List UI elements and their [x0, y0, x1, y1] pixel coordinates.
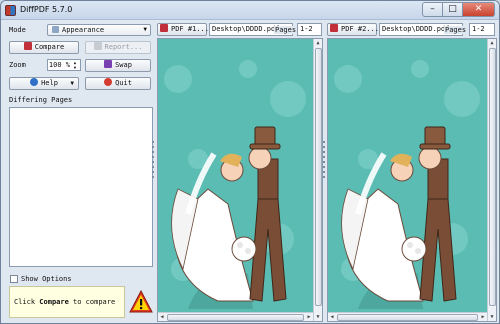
minimize-button[interactable]: – — [422, 2, 443, 17]
appearance-icon — [52, 26, 59, 33]
pdf-file-icon — [160, 24, 168, 32]
mode-label: Mode — [9, 26, 26, 34]
window-title: DiffPDF 5.7.0 — [20, 5, 73, 14]
status-bold: Compare — [39, 298, 69, 306]
scroll-right-icon[interactable]: ▶ — [305, 313, 313, 321]
status-prefix: Click — [14, 298, 40, 306]
differing-pages-list[interactable] — [9, 107, 153, 267]
zoom-label: Zoom — [9, 61, 26, 69]
spin-down-icon[interactable]: ▼ — [71, 65, 79, 70]
differing-pages-label: Differing Pages — [9, 96, 73, 104]
pdf2-pages-field[interactable]: 1-2 — [469, 23, 495, 36]
scroll-down-icon[interactable]: ▼ — [488, 313, 496, 321]
window-controls: – □ ✕ — [422, 2, 495, 17]
pdf2-page-image — [328, 39, 487, 313]
report-button[interactable]: Report... — [85, 41, 151, 54]
pdf-panel-2: PDF #2... Desktop\DDDD.pdf Pages 1-2 ▲ ▼… — [327, 22, 497, 322]
app-window: DiffPDF 5.7.0 – □ ✕ Mode Appearance ▼ Co… — [0, 0, 500, 324]
pdf2-header: PDF #2... Desktop\DDDD.pdf Pages 1-2 — [327, 22, 497, 37]
show-options-checkbox[interactable] — [10, 275, 18, 283]
pdf1-header: PDF #1... Desktop\DDDD.pdf Pages 1-2 — [157, 22, 323, 37]
zoom-value: 100 % — [48, 61, 70, 69]
pdf2-hscroll-thumb[interactable] — [337, 314, 478, 321]
title-bar: DiffPDF 5.7.0 – □ ✕ — [1, 1, 499, 20]
chevron-down-icon: ▼ — [143, 26, 147, 33]
compare-button[interactable]: Compare — [9, 41, 79, 54]
compare-icon — [23, 42, 32, 50]
pdf1-page-image — [158, 39, 313, 313]
pdf1-button-label: PDF #1... — [171, 25, 209, 33]
mode-select[interactable]: Appearance ▼ — [47, 24, 151, 36]
app-icon — [5, 5, 16, 16]
quit-button[interactable]: Quit — [85, 77, 151, 90]
splitter-handle-left[interactable] — [152, 141, 155, 178]
help-icon — [30, 78, 39, 86]
warning-icon — [129, 290, 153, 313]
pdf1-open-button[interactable]: PDF #1... — [157, 23, 209, 36]
control-panel: Mode Appearance ▼ Compare Report... Zoom… — [5, 22, 153, 322]
pdf1-hscroll-thumb[interactable] — [167, 314, 304, 321]
scroll-down-icon[interactable]: ▼ — [314, 313, 322, 321]
pdf2-pages-label: Pages — [444, 26, 468, 34]
report-button-label: Report... — [104, 43, 143, 51]
pdf-file-icon — [330, 24, 338, 32]
pdf1-horizontal-scrollbar[interactable]: ◀ ▶ — [158, 312, 313, 321]
swap-button[interactable]: Swap — [85, 59, 151, 72]
report-icon — [93, 42, 102, 50]
pdf1-view[interactable]: ▲ ▼ ◀ ▶ — [157, 38, 323, 322]
pdf2-button-label: PDF #2... — [341, 25, 379, 33]
help-button[interactable]: Help ▼ — [9, 77, 79, 90]
pdf2-view[interactable]: ▲ ▼ ◀ ▶ — [327, 38, 497, 322]
scroll-left-icon[interactable]: ◀ — [328, 313, 336, 321]
splitter-handle-right[interactable] — [323, 141, 326, 178]
scroll-up-icon[interactable]: ▲ — [488, 39, 496, 47]
pdf2-vscroll-thumb[interactable] — [489, 48, 496, 306]
pdf2-horizontal-scrollbar[interactable]: ◀ ▶ — [328, 312, 487, 321]
scroll-right-icon[interactable]: ▶ — [479, 313, 487, 321]
status-message: Click Compare to compare — [9, 286, 125, 318]
swap-button-label: Swap — [115, 61, 132, 69]
swap-icon — [104, 60, 113, 68]
quit-icon — [104, 78, 113, 86]
zoom-spin-arrows[interactable]: ▲ ▼ — [71, 60, 79, 70]
mode-select-value: Appearance — [62, 26, 105, 34]
zoom-spinbox[interactable]: 100 % ▲ ▼ — [47, 59, 81, 71]
pdf-panel-1: PDF #1... Desktop\DDDD.pdf Pages 1-2 ▲ ▼… — [157, 22, 323, 322]
pdf1-vertical-scrollbar[interactable]: ▲ ▼ — [313, 39, 322, 321]
quit-button-label: Quit — [115, 79, 132, 87]
pdf1-pages-label: Pages — [274, 26, 298, 34]
pdf2-vertical-scrollbar[interactable]: ▲ ▼ — [487, 39, 496, 321]
pdf2-open-button[interactable]: PDF #2... — [327, 23, 379, 36]
chevron-down-icon: ▼ — [70, 80, 74, 87]
scroll-up-icon[interactable]: ▲ — [314, 39, 322, 47]
close-button[interactable]: ✕ — [463, 2, 495, 17]
pdf1-pages-field[interactable]: 1-2 — [297, 23, 322, 36]
pdf1-vscroll-thumb[interactable] — [315, 48, 322, 306]
show-options-label: Show Options — [21, 275, 72, 283]
compare-button-label: Compare — [34, 43, 65, 51]
status-suffix: to compare — [68, 298, 116, 306]
help-button-label: Help — [41, 79, 58, 87]
scroll-left-icon[interactable]: ◀ — [158, 313, 166, 321]
maximize-button[interactable]: □ — [443, 2, 463, 17]
